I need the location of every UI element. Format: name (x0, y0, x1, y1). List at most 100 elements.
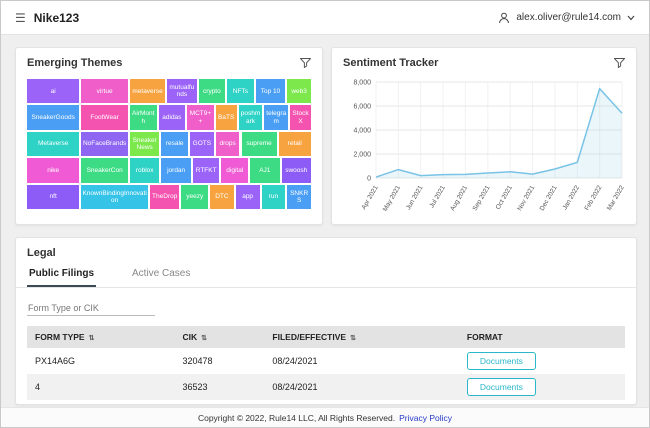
treemap-tile[interactable]: drops (215, 131, 241, 157)
treemap-tile[interactable]: FootWear (80, 104, 129, 130)
legal-card: Legal Public FilingsActive Cases FORM TY… (15, 237, 637, 405)
themes-filter-button[interactable] (300, 58, 311, 68)
treemap-tile[interactable]: supreme (241, 131, 278, 157)
treemap-tile[interactable]: adidas (158, 104, 187, 130)
treemap-tile[interactable]: jordan (160, 157, 191, 183)
menu-icon[interactable]: ☰ (15, 11, 26, 25)
user-email: alex.oliver@rule14.com (516, 12, 621, 23)
brand-title: Nike123 (34, 11, 79, 25)
treemap-tile[interactable]: digital (220, 157, 249, 183)
column-header[interactable]: FORM TYPE⇅ (27, 326, 174, 348)
x-axis-tick: Jun 2021 (405, 184, 425, 211)
y-axis-tick: 2,000 (353, 152, 371, 159)
treemap-tile[interactable]: poshmark (238, 104, 264, 130)
x-axis-tick: Mar 2022 (606, 184, 626, 212)
treemap-tile[interactable]: Metaverse (26, 131, 80, 157)
column-header[interactable]: CIK⇅ (174, 326, 264, 348)
footer: Copyright © 2022, Rule14 LLC, All Rights… (1, 407, 649, 427)
sentiment-chart: 0 2,000 4,000 6,000 8,000 Apr 2021May 2021Jun… (338, 74, 630, 220)
treemap-tile[interactable]: swoosh (281, 157, 312, 183)
treemap-tile[interactable]: metaverse (129, 78, 166, 104)
table-cell: 4 (27, 400, 174, 405)
treemap-tile[interactable]: NoFaceBrands (80, 131, 129, 157)
filter-icon (614, 58, 625, 68)
treemap-tile[interactable]: Top 10 (255, 78, 286, 104)
treemap-tile[interactable]: SneakerGoods (26, 104, 80, 130)
form-type-cik-input[interactable] (27, 301, 155, 316)
treemap-tile[interactable]: KnownBindingInnovation (80, 184, 149, 210)
x-axis-tick: Nov 2021 (516, 184, 536, 212)
top-bar: ☰ Nike123 alex.oliver@rule14.com (1, 1, 649, 35)
chevron-down-icon (627, 15, 635, 21)
user-menu[interactable]: alex.oliver@rule14.com (498, 12, 635, 24)
table-row: 43652308/24/2021Documents (27, 374, 625, 400)
y-axis-tick: 4,000 (353, 128, 371, 135)
user-icon (498, 12, 510, 24)
treemap-tile[interactable]: AJ1 (249, 157, 280, 183)
treemap-tile[interactable]: BaTS (215, 104, 238, 130)
x-axis-tick: Aug 2021 (449, 184, 469, 212)
treemap-tile[interactable]: ai (26, 78, 80, 104)
table-cell: PX14A6G (27, 348, 174, 374)
treemap-tile[interactable]: DTC (209, 184, 235, 210)
treemap-tile[interactable]: telegram (263, 104, 289, 130)
x-axis-tick: Apr 2021 (360, 184, 379, 211)
x-axis-tick: Dec 2021 (539, 184, 559, 212)
treemap-tile[interactable]: NFTs (226, 78, 255, 104)
treemap-tile[interactable]: nft (26, 184, 80, 210)
treemap-tile[interactable]: virtue (80, 78, 129, 104)
treemap-tile[interactable]: web3 (286, 78, 312, 104)
tab-public-filings[interactable]: Public Filings (27, 263, 96, 287)
x-axis-tick: Feb 2022 (584, 184, 604, 212)
series-area (376, 89, 622, 178)
table-row: 436521408/24/2021Documents (27, 400, 625, 405)
y-axis-tick: 8,000 (353, 80, 371, 87)
treemap-tile[interactable]: StockX (289, 104, 312, 130)
treemap-tile[interactable]: yeezy (180, 184, 209, 210)
documents-button[interactable]: Documents (467, 378, 536, 396)
treemap-tile[interactable]: SneakerNews (129, 131, 160, 157)
privacy-policy-link[interactable]: Privacy Policy (399, 413, 452, 423)
treemap-tile[interactable]: AirMonth (129, 104, 158, 130)
x-axis-tick: May 2021 (382, 184, 403, 213)
y-axis-tick: 6,000 (353, 104, 371, 111)
treemap-tile[interactable]: resale (160, 131, 189, 157)
x-axis-tick: Jan 2022 (562, 184, 582, 211)
documents-button[interactable]: Documents (467, 352, 536, 370)
treemap-tile[interactable]: nike (26, 157, 80, 183)
treemap-tile[interactable]: MCT9++ (186, 104, 215, 130)
treemap-tile[interactable]: GOTS (189, 131, 215, 157)
filter-icon (300, 58, 311, 68)
legal-tabs: Public Filings Active Cases (16, 263, 636, 288)
treemap-tile[interactable]: TheDrop (149, 184, 180, 210)
x-axis-tick: Sep 2021 (472, 184, 492, 212)
treemap-tile[interactable]: SneakerCon (80, 157, 129, 183)
tab-active-cases[interactable]: Active Cases (130, 263, 192, 287)
sort-icon[interactable]: ⇅ (201, 335, 207, 342)
treemap-tile[interactable]: mutualfunds (166, 78, 197, 104)
app-window: ☰ Nike123 alex.oliver@rule14.com Emergin… (0, 0, 650, 428)
treemap-tile[interactable]: retail (278, 131, 312, 157)
table-row: PX14A6G32047808/24/2021 Documents (27, 348, 625, 374)
table-cell: 08/24/2021 (264, 348, 458, 374)
table-cell: 320478 (174, 348, 264, 374)
sort-icon[interactable]: ⇅ (89, 335, 95, 342)
treemap-tile[interactable]: roblox (129, 157, 160, 183)
treemap-tile[interactable]: SNKRS (286, 184, 312, 210)
sentiment-filter-button[interactable] (614, 58, 625, 68)
filings-tbody: PX14A6G32047808/24/2021Documents43652308… (27, 348, 625, 405)
treemap-tile[interactable]: run (261, 184, 287, 210)
treemap-tile[interactable]: RTFKT (192, 157, 221, 183)
column-header: FORMAT (459, 326, 625, 348)
documents-button[interactable]: Documents (467, 404, 536, 405)
sort-icon[interactable]: ⇅ (350, 335, 356, 342)
treemap-tile[interactable]: crypto (198, 78, 227, 104)
table-cell: 365214 (174, 400, 264, 405)
table-cell: 08/24/2021 (264, 374, 458, 400)
x-axis-tick: Oct 2021 (495, 184, 514, 211)
column-header[interactable]: FILED/EFFECTIVE⇅ (264, 326, 458, 348)
y-axis-tick: 0 (367, 176, 371, 183)
emerging-themes-card: Emerging Themes aiSneakerGoodsMetaversen… (15, 47, 323, 225)
treemap-tile[interactable]: app (235, 184, 261, 210)
table-cell: 4 (27, 374, 174, 400)
